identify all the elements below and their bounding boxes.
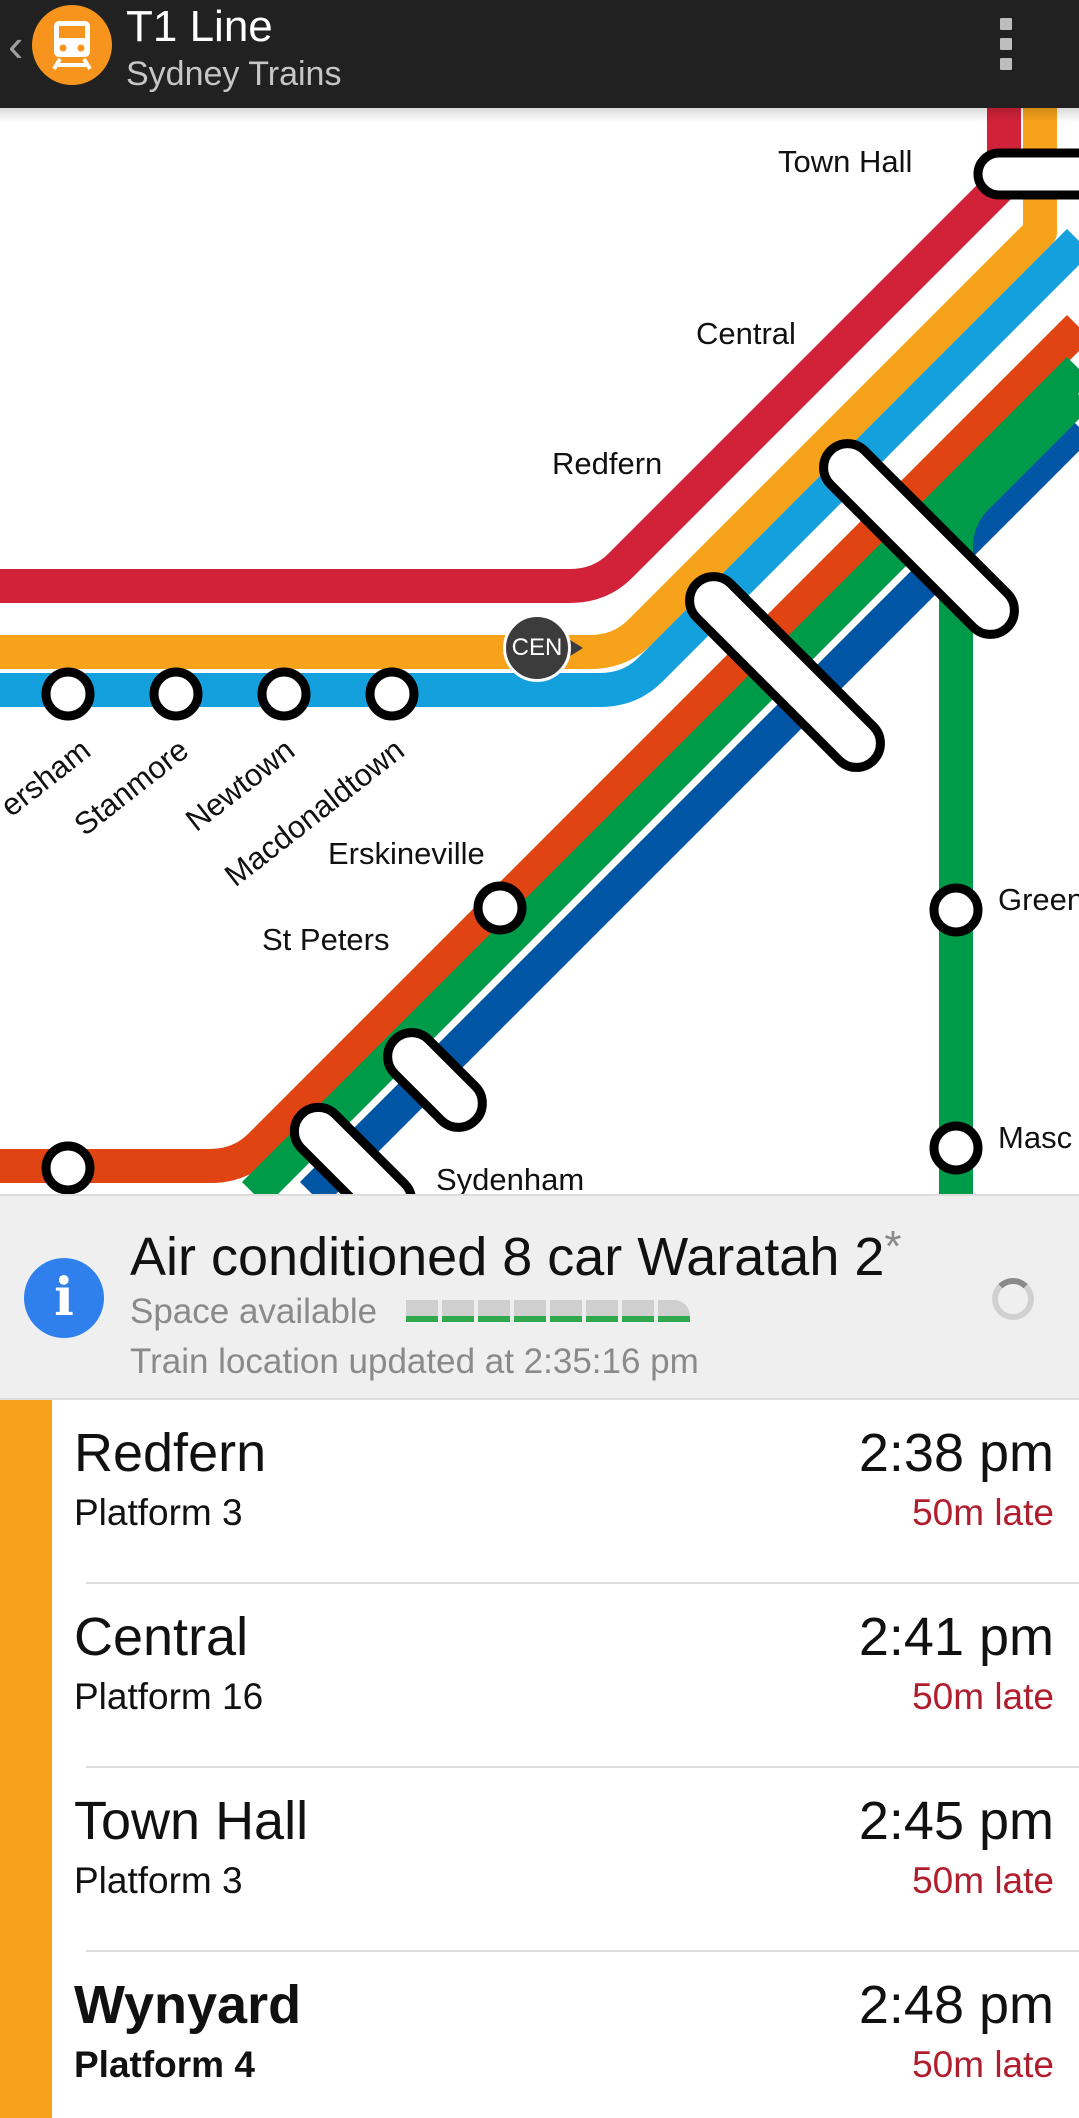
stop-status: 50m late — [912, 1492, 1054, 1533]
train-info-panel: i Air conditioned 8 car Waratah 2* Space… — [0, 1194, 1079, 1400]
page-title: T1 Line — [126, 2, 273, 51]
station-marker-petersham — [41, 667, 95, 721]
train-position-badge[interactable]: CEN — [503, 614, 583, 682]
station-label-redfern[interactable]: Redfern — [552, 446, 662, 482]
train-description-text: Air conditioned 8 car Waratah 2 — [130, 1227, 885, 1287]
station-marker-macdonaldtown — [365, 667, 419, 721]
capacity-indicator — [406, 1300, 692, 1322]
app-bar: ‹ T1 Line Sydney Trains — [0, 0, 1079, 108]
back-chevron-icon[interactable]: ‹ — [8, 20, 23, 70]
station-marker-erskineville — [473, 881, 527, 935]
stop-status: 50m late — [912, 1860, 1054, 1901]
station-marker-stanmore — [149, 667, 203, 721]
stop-row-redfern[interactable]: Redfern Platform 3 2:38 pm 50m late — [52, 1400, 1079, 1584]
overflow-menu-icon[interactable] — [992, 18, 1020, 74]
station-label-town-hall[interactable]: Town Hall — [778, 144, 912, 180]
loading-spinner-icon — [992, 1278, 1034, 1320]
train-description: Air conditioned 8 car Waratah 2* — [130, 1216, 902, 1288]
stop-name: Town Hall — [74, 1791, 309, 1851]
location-updated-text: Train location updated at 2:35:16 pm — [130, 1342, 699, 1381]
station-label-erskineville[interactable]: Erskineville — [328, 836, 485, 872]
stop-platform: Platform 16 — [74, 1676, 264, 1717]
stop-platform: Platform 4 — [74, 2044, 255, 2085]
footnote-asterisk[interactable]: * — [884, 1222, 901, 1271]
capacity-car-segment — [478, 1300, 510, 1322]
space-available-label: Space available — [130, 1292, 378, 1331]
stop-row-town-hall[interactable]: Town Hall Platform 3 2:45 pm 50m late — [52, 1768, 1079, 1952]
stop-status: 50m late — [912, 2044, 1054, 2085]
line-map[interactable]: Town Hall Central Redfern ersham Stanmor… — [0, 108, 1079, 1194]
app-bar-shadow — [0, 108, 1079, 122]
capacity-car-segment — [442, 1300, 474, 1322]
stop-time: 2:48 pm — [858, 1975, 1054, 2035]
capacity-car-segment — [622, 1300, 654, 1322]
stop-time: 2:45 pm — [858, 1791, 1054, 1851]
stop-row-wynyard[interactable]: Wynyard Platform 4 2:48 pm 50m late — [52, 1952, 1079, 2118]
station-label-central[interactable]: Central — [696, 316, 796, 352]
stop-name: Wynyard — [74, 1975, 302, 2035]
capacity-car-segment — [550, 1300, 582, 1322]
stop-status: 50m late — [912, 1676, 1054, 1717]
train-icon[interactable] — [32, 5, 112, 85]
capacity-car-segment — [514, 1300, 546, 1322]
station-marker-green-square — [929, 883, 983, 937]
station-marker-mascot — [929, 1121, 983, 1175]
capacity-car-segment — [406, 1300, 438, 1322]
station-label-st-peters[interactable]: St Peters — [262, 922, 390, 958]
stop-time: 2:38 pm — [858, 1423, 1054, 1483]
stop-name: Central — [74, 1607, 249, 1667]
stop-platform: Platform 3 — [74, 1860, 243, 1901]
stop-platform: Platform 3 — [74, 1492, 243, 1533]
stop-row-central[interactable]: Central Platform 16 2:41 pm 50m late — [52, 1584, 1079, 1768]
capacity-car-segment — [586, 1300, 618, 1322]
stop-time: 2:41 pm — [858, 1607, 1054, 1667]
line-color-bar — [0, 1400, 52, 2118]
station-label-green-square[interactable]: Green — [998, 882, 1079, 918]
badge-label: CEN — [511, 634, 563, 661]
page-subtitle: Sydney Trains — [126, 55, 342, 93]
station-marker-west — [41, 1141, 95, 1194]
station-label-mascot[interactable]: Masc — [998, 1120, 1072, 1156]
capacity-car-segment — [658, 1300, 690, 1322]
station-marker-newtown — [257, 667, 311, 721]
stops-list: Redfern Platform 3 2:38 pm 50m late Cent… — [0, 1400, 1079, 2118]
info-icon[interactable]: i — [24, 1258, 104, 1338]
stop-name: Redfern — [74, 1423, 267, 1483]
station-marker-town-hall — [973, 148, 1079, 200]
station-label-sydenham[interactable]: Sydenham — [436, 1162, 584, 1194]
